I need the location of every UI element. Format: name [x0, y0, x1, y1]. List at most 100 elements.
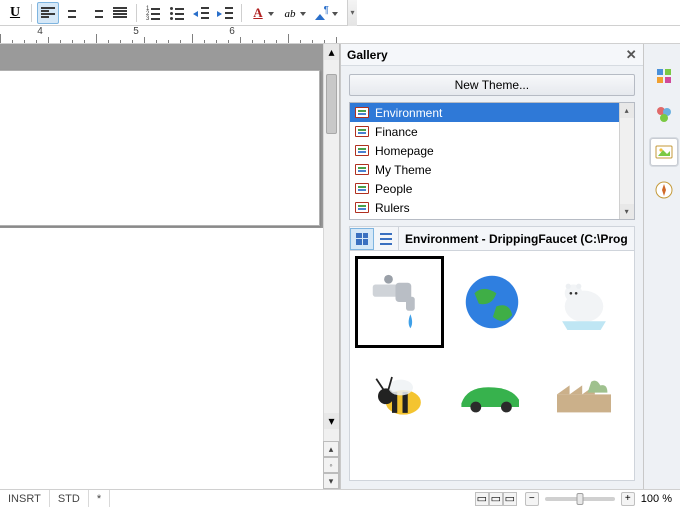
close-icon[interactable]: ✕: [626, 47, 637, 63]
theme-row[interactable]: Environment: [350, 103, 634, 122]
detail-view-button[interactable]: [374, 228, 398, 250]
gallery-thumbnails: [349, 250, 635, 481]
list-icon: [380, 233, 392, 245]
align-right-icon: [89, 7, 103, 19]
chevron-down-icon: [300, 12, 306, 16]
sidebar-tab-navigator[interactable]: [650, 176, 678, 204]
scroll-up-button[interactable]: ▴: [324, 44, 339, 60]
increase-indent-icon: [217, 7, 233, 19]
next-page-button[interactable]: ▾: [323, 473, 339, 489]
view-layout-multi-button[interactable]: ▭: [489, 492, 503, 506]
separator: [31, 4, 32, 22]
scrollbar-thumb[interactable]: [326, 74, 337, 134]
scroll-down-button[interactable]: ▾: [324, 413, 339, 429]
theme-row[interactable]: People: [350, 179, 634, 198]
gallery-thumbnail[interactable]: [449, 257, 536, 347]
toolbar-overflow-button[interactable]: ▾: [347, 0, 357, 26]
workspace: ▴ ▾ ▴ ◦ ▾ Gallery ✕ New Theme... Environ…: [0, 44, 680, 489]
align-justify-button[interactable]: [109, 2, 131, 24]
theme-list-scrollbar[interactable]: ▴ ▾: [619, 103, 634, 219]
highlight-icon: ab: [285, 6, 296, 20]
new-theme-label: New Theme...: [455, 78, 529, 92]
zoom-in-button[interactable]: +: [621, 492, 635, 506]
zoom-slider-handle[interactable]: [576, 493, 583, 505]
theme-row[interactable]: Homepage: [350, 141, 634, 160]
underline-button[interactable]: U: [4, 2, 26, 24]
numbered-list-button[interactable]: 1 2 3: [142, 2, 164, 24]
document-background: [0, 44, 339, 70]
gallery-panel: Gallery ✕ New Theme... Environment Financ…: [340, 44, 644, 489]
theme-label: Environment: [375, 106, 442, 120]
numbered-list-icon: 1 2 3: [146, 7, 160, 19]
horizontal-ruler[interactable]: 4 5 6: [0, 26, 680, 44]
font-color-button[interactable]: A: [247, 2, 277, 24]
align-right-button[interactable]: [85, 2, 107, 24]
theme-icon: [355, 164, 369, 175]
theme-icon: [355, 202, 369, 213]
theme-row[interactable]: Rulers: [350, 198, 634, 217]
align-justify-icon: [113, 7, 127, 19]
align-left-icon: [41, 7, 55, 19]
align-left-button[interactable]: [37, 2, 59, 24]
theme-list[interactable]: Environment Finance Homepage My Theme People…: [349, 102, 635, 220]
theme-row[interactable]: Finance: [350, 122, 634, 141]
gallery-thumbnail[interactable]: [449, 353, 536, 443]
theme-icon: [355, 107, 369, 118]
document-area: ▴ ▾ ▴ ◦ ▾: [0, 44, 340, 489]
theme-icon: [355, 126, 369, 137]
separator: [241, 4, 242, 22]
separator: [136, 4, 137, 22]
gallery-item-path: Environment - DrippingFaucet (C:\Prog: [398, 227, 634, 250]
gallery-header: Gallery ✕: [341, 44, 643, 66]
theme-label: Rulers: [375, 201, 410, 215]
increase-indent-button[interactable]: [214, 2, 236, 24]
modified-indicator[interactable]: *: [89, 490, 110, 507]
view-layout-single-button[interactable]: ▭: [475, 492, 489, 506]
zoom-value[interactable]: 100 %: [641, 493, 672, 505]
previous-page-button[interactable]: ▴: [323, 441, 339, 457]
theme-label: Homepage: [375, 144, 434, 158]
new-theme-button[interactable]: New Theme...: [349, 74, 635, 96]
zoom-slider[interactable]: [545, 497, 615, 501]
chevron-down-icon: ▾: [350, 8, 354, 17]
theme-label: People: [375, 182, 412, 196]
vertical-scrollbar[interactable]: ▴ ▾ ▴ ◦ ▾: [323, 44, 339, 489]
status-bar: INSRT STD * ▭ ▭ ▭ − + 100 %: [0, 489, 680, 507]
sidebar-tab-strip: [644, 44, 680, 489]
zoom-controls: − + 100 %: [517, 492, 680, 506]
bulleted-list-icon: [170, 7, 184, 19]
decrease-indent-button[interactable]: [190, 2, 212, 24]
gallery-thumbnail[interactable]: [356, 353, 443, 443]
ruler-number: 5: [133, 26, 139, 37]
document-page[interactable]: [0, 70, 320, 226]
scroll-up-button[interactable]: ▴: [620, 103, 634, 118]
highlight-color-button[interactable]: ab: [279, 2, 309, 24]
theme-label: Finance: [375, 125, 418, 139]
theme-label: My Theme: [375, 163, 431, 177]
icon-view-button[interactable]: [350, 228, 374, 250]
sidebar-tab-properties[interactable]: [650, 62, 678, 90]
formatting-toolbar: U 1 2 3: [0, 0, 680, 26]
theme-icon: [355, 145, 369, 156]
zoom-out-button[interactable]: −: [525, 492, 539, 506]
sidebar-tab-gallery[interactable]: [650, 138, 678, 166]
selection-mode-cell[interactable]: STD: [50, 490, 89, 507]
gallery-toolbar: Environment - DrippingFaucet (C:\Prog: [349, 226, 635, 250]
insert-mode-cell[interactable]: INSRT: [0, 490, 50, 507]
gallery-thumbnail[interactable]: [356, 257, 443, 347]
view-layout-book-button[interactable]: ▭: [503, 492, 517, 506]
document-background: [0, 228, 339, 489]
paragraph-background-button[interactable]: [311, 2, 341, 24]
sidebar-tab-styles[interactable]: [650, 100, 678, 128]
navigation-select-button[interactable]: ◦: [323, 457, 339, 473]
underline-icon: U: [10, 5, 20, 21]
gallery-thumbnail[interactable]: [541, 257, 628, 347]
decrease-indent-icon: [193, 7, 209, 19]
gallery-thumbnail[interactable]: [541, 353, 628, 443]
ruler-number: 6: [229, 26, 235, 37]
scroll-down-button[interactable]: ▾: [620, 204, 634, 219]
bulleted-list-button[interactable]: [166, 2, 188, 24]
align-center-button[interactable]: [61, 2, 83, 24]
theme-row[interactable]: My Theme: [350, 160, 634, 179]
ruler-number: 4: [37, 26, 43, 37]
